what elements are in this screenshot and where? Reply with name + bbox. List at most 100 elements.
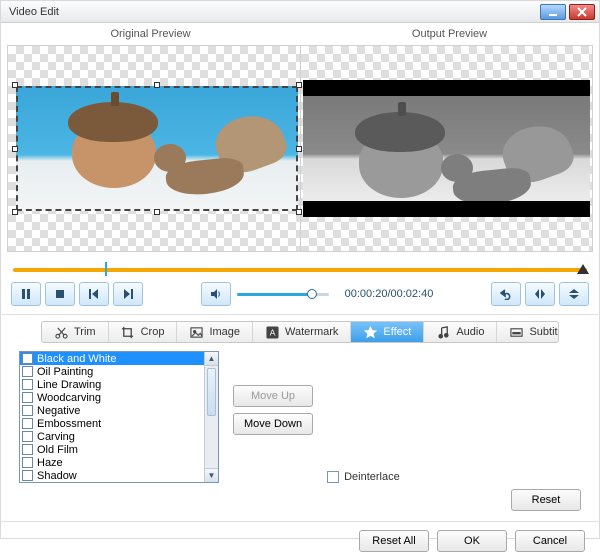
timeline-end-marker[interactable] <box>577 264 589 274</box>
output-preview <box>301 46 593 251</box>
effect-item[interactable]: Old Film <box>20 443 204 456</box>
effect-label: Negative <box>37 405 80 417</box>
volume-thumb[interactable] <box>307 289 317 299</box>
move-up-button[interactable]: Move Up <box>233 385 313 407</box>
tab-subtitle[interactable]: Subtitle <box>497 322 559 342</box>
scroll-down-button[interactable]: ▼ <box>205 468 218 482</box>
effect-label: Woodcarving <box>37 392 101 404</box>
effect-panel: Black and WhiteOil PaintingLine DrawingW… <box>19 351 581 483</box>
effect-label: Oil Painting <box>37 366 93 378</box>
tab-label: Audio <box>456 326 484 338</box>
crop-handle-n[interactable] <box>154 82 160 88</box>
effects-listbox[interactable]: Black and WhiteOil PaintingLine DrawingW… <box>19 351 219 483</box>
time-display: 00:00:20/00:02:40 <box>345 288 434 300</box>
ok-button[interactable]: OK <box>437 530 507 552</box>
preview-area <box>7 45 593 252</box>
tab-bar: Trim Crop Image A Watermark Effect Audio… <box>41 321 559 343</box>
tab-label: Effect <box>383 326 411 338</box>
tab-audio[interactable]: Audio <box>424 322 497 342</box>
title-bar: Video Edit <box>1 1 599 23</box>
effect-item[interactable]: Woodcarving <box>20 391 204 404</box>
scissors-icon <box>54 325 68 339</box>
effect-label: Old Film <box>37 444 78 456</box>
effect-label: Black and White <box>37 353 116 365</box>
crop-handle-w[interactable] <box>12 146 18 152</box>
effect-item[interactable]: Black and White <box>20 352 204 365</box>
crop-handle-se[interactable] <box>296 209 302 215</box>
effect-checkbox[interactable] <box>22 444 33 455</box>
deinterlace-checkbox[interactable] <box>327 471 339 483</box>
undo-button[interactable] <box>491 282 521 306</box>
tab-label: Image <box>209 326 240 338</box>
effect-item[interactable]: Negative <box>20 404 204 417</box>
mute-button[interactable] <box>201 282 231 306</box>
svg-text:A: A <box>269 327 275 337</box>
tab-label: Subtitle <box>529 326 559 338</box>
effect-checkbox[interactable] <box>22 366 33 377</box>
crop-icon <box>121 325 135 339</box>
tab-label: Trim <box>74 326 96 338</box>
effect-item[interactable]: Line Drawing <box>20 378 204 391</box>
effect-checkbox[interactable] <box>22 379 33 390</box>
effect-label: Fog <box>37 483 56 484</box>
effect-checkbox[interactable] <box>22 431 33 442</box>
subtitle-icon <box>509 325 523 339</box>
prev-frame-button[interactable] <box>79 282 109 306</box>
effect-item[interactable]: Haze <box>20 456 204 469</box>
reset-button[interactable]: Reset <box>511 489 581 511</box>
window-buttons <box>540 4 595 20</box>
effect-item[interactable]: Shadow <box>20 469 204 482</box>
tab-trim[interactable]: Trim <box>42 322 109 342</box>
flip-horizontal-button[interactable] <box>525 282 555 306</box>
tab-effect[interactable]: Effect <box>351 322 424 342</box>
volume-slider[interactable] <box>237 287 329 301</box>
original-frame[interactable] <box>16 86 298 211</box>
transport-bar: 00:00:20/00:02:40 <box>11 282 589 306</box>
tab-label: Watermark <box>285 326 338 338</box>
effect-item[interactable]: Fog <box>20 482 204 483</box>
scroll-thumb[interactable] <box>207 368 216 416</box>
effect-checkbox[interactable] <box>22 457 33 468</box>
move-buttons: Move Up Move Down <box>233 385 313 483</box>
effect-checkbox[interactable] <box>22 470 33 481</box>
deinterlace-option[interactable]: Deinterlace <box>327 471 400 483</box>
move-down-button[interactable]: Move Down <box>233 413 313 435</box>
crop-handle-sw[interactable] <box>12 209 18 215</box>
tab-watermark[interactable]: A Watermark <box>253 322 351 342</box>
effect-item[interactable]: Carving <box>20 430 204 443</box>
window-title: Video Edit <box>9 6 59 18</box>
timeline-track[interactable] <box>13 268 587 272</box>
crop-handle-s[interactable] <box>154 209 160 215</box>
pause-button[interactable] <box>11 282 41 306</box>
crop-handle-e[interactable] <box>296 146 302 152</box>
cancel-button[interactable]: Cancel <box>515 530 585 552</box>
deinterlace-label: Deinterlace <box>344 471 400 483</box>
flip-vertical-button[interactable] <box>559 282 589 306</box>
reset-all-button[interactable]: Reset All <box>359 530 429 552</box>
close-button[interactable] <box>569 4 595 20</box>
effect-checkbox[interactable] <box>22 353 33 364</box>
timeline-playhead[interactable] <box>105 262 107 276</box>
effect-checkbox[interactable] <box>22 418 33 429</box>
original-preview[interactable] <box>8 46 300 251</box>
effect-item[interactable]: Embossment <box>20 417 204 430</box>
effect-checkbox[interactable] <box>22 405 33 416</box>
output-video-frame <box>303 96 591 201</box>
effect-item[interactable]: Oil Painting <box>20 365 204 378</box>
tab-image[interactable]: Image <box>177 322 253 342</box>
effect-label: Line Drawing <box>37 379 101 391</box>
next-frame-button[interactable] <box>113 282 143 306</box>
effect-label: Haze <box>37 457 63 469</box>
watermark-icon: A <box>265 325 279 339</box>
effects-scrollbar[interactable]: ▲ ▼ <box>204 352 218 482</box>
minimize-button[interactable] <box>540 4 566 20</box>
stop-button[interactable] <box>45 282 75 306</box>
crop-handle-ne[interactable] <box>296 82 302 88</box>
scroll-up-button[interactable]: ▲ <box>205 352 218 366</box>
effect-checkbox[interactable] <box>22 392 33 403</box>
original-video-frame <box>16 86 298 211</box>
tab-crop[interactable]: Crop <box>109 322 178 342</box>
timeline[interactable] <box>13 262 587 276</box>
image-icon <box>189 325 203 339</box>
crop-handle-nw[interactable] <box>12 82 18 88</box>
